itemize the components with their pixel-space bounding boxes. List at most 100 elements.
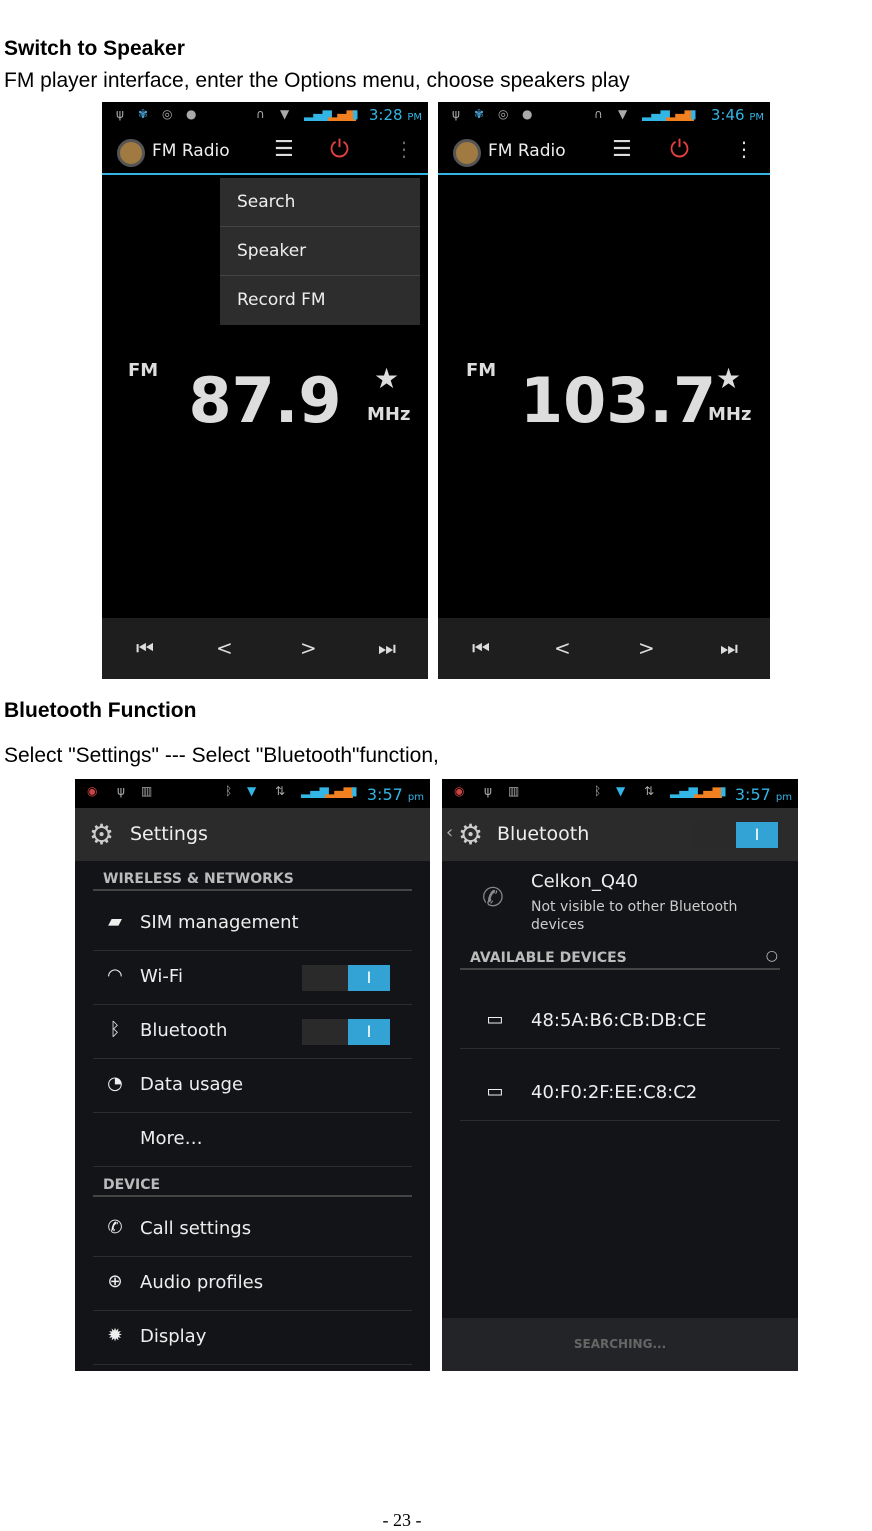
device-address: 40:F0:2F:EE:C8:C2 [531, 1082, 698, 1103]
item-label: SIM management [140, 912, 299, 933]
bluetooth-status-icon: ᛒ [225, 784, 233, 798]
step-forward-icon[interactable]: > [300, 636, 317, 660]
device-name[interactable]: Celkon_Q40 [531, 871, 638, 892]
status-bar: ◉ ψ ▥ ᛒ ▼ ⇅ ▂▄▆ ▂▄▆ ▮ 3:57 pm [442, 779, 798, 808]
unit-label: MHz [367, 404, 411, 425]
settings-item-audio[interactable]: ⊕ Audio profiles [93, 1257, 412, 1311]
settings-item-wifi[interactable]: ◠ Wi-Fi I [93, 951, 412, 1005]
overflow-menu-icon[interactable]: ⋮ [394, 137, 414, 161]
usb-icon: ψ [117, 784, 125, 798]
status-bar: ◉ ψ ▥ ᛒ ▼ ⇅ ▂▄▆ ▂▄▆ ▮ 3:57 pm [75, 779, 430, 808]
action-bar: FM Radio ☰ ⏻ ⋮ [438, 127, 770, 175]
settings-item-more[interactable]: More… [93, 1113, 412, 1167]
skip-next-icon[interactable]: ⏭ [720, 636, 738, 660]
battery-icon: ▮ [352, 107, 359, 121]
step-back-icon[interactable]: < [216, 636, 233, 660]
clock: 3:46 PM [710, 106, 764, 124]
android-icon: ● [186, 107, 197, 121]
bluetooth-toggle[interactable]: I [690, 822, 778, 848]
bluetooth-toggle[interactable]: I [302, 1019, 390, 1045]
power-icon[interactable]: ⏻ [670, 135, 689, 163]
clock: 3:57 pm [734, 785, 792, 804]
fm-icon: ◎ [162, 107, 173, 121]
usb-icon: ψ [484, 784, 492, 798]
section-text-speaker: FM player interface, enter the Options m… [4, 69, 630, 92]
toggle-on: I [348, 1019, 390, 1045]
skip-previous-icon[interactable]: ⏮ [472, 636, 490, 660]
sim-icon: ▰ [108, 911, 122, 932]
device-row[interactable]: ▭ 40:F0:2F:EE:C8:C2 [460, 1067, 780, 1121]
phone-icon: ✆ [482, 883, 504, 913]
settings-item-call[interactable]: ✆ Call settings [93, 1203, 412, 1257]
page-title: Settings [130, 823, 208, 845]
battery-icon: ▮ [690, 107, 697, 121]
section-header-wireless: WIRELESS & NETWORKS [93, 871, 412, 891]
available-devices-header: AVAILABLE DEVICES ○ [460, 948, 780, 970]
skip-next-icon[interactable]: ⏭ [378, 636, 396, 660]
channel-list-icon[interactable]: ☰ [612, 137, 632, 162]
battery-icon: ▮ [351, 784, 358, 798]
laptop-icon: ▭ [486, 1081, 504, 1102]
channel-list-icon[interactable]: ☰ [274, 137, 294, 162]
battery-icon: ▮ [720, 784, 727, 798]
notification-icon: ✾ [474, 107, 485, 121]
item-label: Audio profiles [140, 1272, 264, 1293]
visibility-status[interactable]: Not visible to other Bluetooth devices [531, 898, 751, 934]
item-label: Display [140, 1326, 207, 1347]
action-bar: ⚙ Settings [75, 808, 430, 861]
item-label: Wi-Fi [140, 966, 183, 987]
wifi-toggle[interactable]: I [302, 965, 390, 991]
settings-gear-icon[interactable]: ⚙ [458, 818, 483, 851]
overflow-menu-icon[interactable]: ⋮ [734, 137, 754, 161]
menu-item-record-fm[interactable]: Record FM [220, 276, 420, 325]
band-label: FM [128, 360, 159, 381]
band-label: FM [466, 360, 497, 381]
app-title: FM Radio [488, 141, 566, 161]
toggle-on: I [736, 822, 778, 848]
power-icon[interactable]: ⏻ [330, 135, 349, 163]
bluetooth-icon: ᛒ [109, 1019, 121, 1040]
phone-icon: ✆ [107, 1217, 123, 1238]
data-usage-icon: ◔ [107, 1073, 123, 1094]
app-notification-icon: ◉ [87, 784, 98, 798]
searching-button[interactable]: SEARCHING... [442, 1318, 798, 1371]
skip-previous-icon[interactable]: ⏮ [136, 636, 154, 660]
status-bar: ψ ✾ ◎ ● ∩ ▼ ▂▄▆ ▂▄▆ ▮ 3:28 PM [102, 102, 428, 127]
back-icon[interactable]: ‹ [446, 822, 453, 843]
settings-item-data-usage[interactable]: ◔ Data usage [93, 1059, 412, 1113]
options-menu: Search Speaker Record FM [220, 178, 420, 325]
wifi-icon: ▼ [616, 784, 626, 798]
headphones-icon: ∩ [256, 107, 265, 121]
unit-label: MHz [708, 404, 752, 425]
settings-item-display[interactable]: ✹ Display [93, 1311, 412, 1365]
action-bar: FM Radio ☰ ⏻ ⋮ [102, 127, 428, 175]
usb-icon: ψ [452, 107, 460, 121]
settings-item-sim[interactable]: ▰ SIM management [93, 897, 412, 951]
favorite-star-icon[interactable]: ★ [716, 362, 741, 395]
step-forward-icon[interactable]: > [638, 636, 655, 660]
clock: 3:28 PM [368, 106, 422, 124]
step-back-icon[interactable]: < [554, 636, 571, 660]
device-row[interactable]: ▭ 48:5A:B6:CB:DB:CE [460, 995, 780, 1049]
favorite-star-icon[interactable]: ★ [374, 362, 399, 395]
data-icon: ⇅ [644, 784, 655, 798]
menu-item-speaker[interactable]: Speaker [220, 227, 420, 276]
section-text-bluetooth: Select "Settings" --- Select "Bluetooth"… [4, 744, 439, 767]
signal-icon: ▂▄▆ [694, 784, 722, 798]
radio-app-icon [117, 139, 145, 167]
android-icon: ● [522, 107, 533, 121]
device-address: 48:5A:B6:CB:DB:CE [531, 1010, 707, 1031]
menu-item-search[interactable]: Search [220, 178, 420, 227]
bottom-controls: ⏮ < > ⏭ [438, 618, 770, 679]
bluetooth-screenshot: ◉ ψ ▥ ᛒ ▼ ⇅ ▂▄▆ ▂▄▆ ▮ 3:57 pm ‹ ⚙ Blueto… [442, 779, 798, 1371]
settings-gear-icon: ⚙ [89, 818, 115, 851]
data-icon: ⇅ [275, 784, 286, 798]
wifi-icon: ▼ [247, 784, 257, 798]
frequency: 87.9 [188, 364, 342, 437]
action-bar: ‹ ⚙ Bluetooth I [442, 808, 798, 861]
settings-item-bluetooth[interactable]: ᛒ Bluetooth I [93, 1005, 412, 1059]
laptop-icon: ▭ [486, 1009, 504, 1030]
page-title: Bluetooth [497, 823, 590, 845]
fm-screenshot-2: ψ ✾ ◎ ● ∩ ▼ ▂▄▆ ▂▄▆ ▮ 3:46 PM FM Radio ☰… [438, 102, 770, 679]
fm-icon: ◎ [498, 107, 509, 121]
